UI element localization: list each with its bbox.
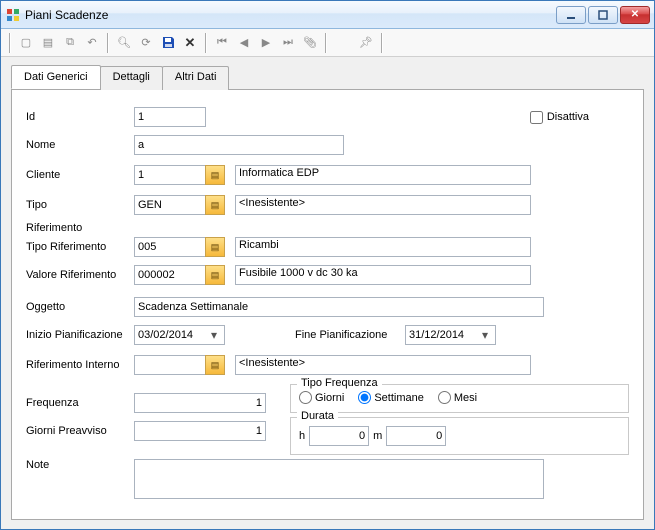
tipo-rif-lookup-button[interactable]: ▤ (205, 237, 225, 257)
refresh-icon[interactable]: ⟳ (137, 34, 155, 52)
tipo-desc: <Inesistente> (235, 195, 531, 215)
tipo-rif-desc: Ricambi (235, 237, 531, 257)
copy-icon[interactable]: ⧉ (61, 34, 79, 52)
note-field[interactable] (134, 459, 544, 499)
toolbar: ▢ ▤ ⧉ ↶ 🔍︎ ⟳ ✕ ⏮ ◀ ▶ ⏭ 📎︎ 📌︎ (1, 29, 654, 57)
oggetto-field[interactable] (134, 297, 544, 317)
calendar-icon[interactable]: ▾ (206, 327, 222, 343)
valore-rif-label: Valore Riferimento (26, 269, 134, 281)
inizio-date-input[interactable] (138, 329, 206, 341)
disattiva-label: Disattiva (547, 111, 589, 123)
rif-interno-field[interactable] (134, 355, 206, 375)
radio-settimane[interactable]: Settimane (358, 391, 424, 404)
durata-m-field[interactable] (386, 426, 446, 446)
tab-dettagli[interactable]: Dettagli (100, 66, 163, 90)
inizio-datepicker[interactable]: ▾ (134, 325, 225, 345)
tipo-rif-label: Tipo Riferimento (26, 241, 134, 253)
tab-panel-dati-generici: Id Disattiva Nome Cliente ▤ Informatica … (11, 90, 644, 520)
tipo-lookup-button[interactable]: ▤ (205, 195, 225, 215)
riferimento-section-label: Riferimento (26, 222, 629, 234)
cliente-lookup-button[interactable]: ▤ (205, 165, 225, 185)
note-label: Note (26, 459, 134, 471)
durata-m-label: m (373, 430, 382, 442)
tab-label: Altri Dati (175, 71, 217, 83)
disattiva-checkbox[interactable] (530, 111, 543, 124)
new-icon[interactable]: ▢ (17, 34, 35, 52)
window-titlebar: Piani Scadenze ✕ (1, 1, 654, 29)
calendar-icon[interactable]: ▾ (477, 327, 493, 343)
tipo-frequenza-group: Tipo Frequenza Giorni Settimane Mesi (290, 384, 629, 413)
id-field[interactable] (134, 107, 206, 127)
durata-h-label: h (299, 430, 305, 442)
window-title: Piani Scadenze (25, 8, 554, 22)
valore-rif-desc: Fusibile 1000 v dc 30 ka (235, 265, 531, 285)
tipo-field[interactable] (134, 195, 206, 215)
id-label: Id (26, 111, 134, 123)
cliente-label: Cliente (26, 169, 134, 181)
tab-altri-dati[interactable]: Altri Dati (162, 66, 230, 90)
tipo-rif-field[interactable] (134, 237, 206, 257)
app-icon (5, 7, 21, 23)
preavviso-field[interactable] (134, 421, 266, 441)
nome-label: Nome (26, 139, 134, 151)
undo-icon[interactable]: ↶ (83, 34, 101, 52)
cliente-desc: Informatica EDP (235, 165, 531, 185)
valore-rif-field[interactable] (134, 265, 206, 285)
nav-first-icon[interactable]: ⏮ (213, 34, 231, 52)
maximize-button[interactable] (588, 6, 618, 24)
save-icon[interactable] (159, 34, 177, 52)
minimize-button[interactable] (556, 6, 586, 24)
tab-dati-generici[interactable]: Dati Generici (11, 65, 101, 89)
rif-interno-label: Riferimento Interno (26, 359, 134, 371)
tab-label: Dettagli (113, 71, 150, 83)
open-icon[interactable]: ▤ (39, 34, 57, 52)
tipo-frequenza-title: Tipo Frequenza (297, 377, 382, 389)
fine-label: Fine Pianificazione (295, 329, 405, 341)
cliente-field[interactable] (134, 165, 206, 185)
frequenza-label: Frequenza (26, 397, 134, 409)
fine-date-input[interactable] (409, 329, 477, 341)
find-icon[interactable]: 🔍︎ (115, 34, 133, 52)
valore-rif-lookup-button[interactable]: ▤ (205, 265, 225, 285)
radio-mesi[interactable]: Mesi (438, 391, 477, 404)
tab-bar: Dati Generici Dettagli Altri Dati (11, 65, 644, 90)
pin-icon[interactable]: 📌︎ (357, 34, 375, 52)
inizio-label: Inizio Pianificazione (26, 329, 134, 341)
nome-field[interactable] (134, 135, 344, 155)
delete-icon[interactable]: ✕ (181, 34, 199, 52)
frequenza-field[interactable] (134, 393, 266, 413)
close-button[interactable]: ✕ (620, 6, 650, 24)
nav-next-icon[interactable]: ▶ (257, 34, 275, 52)
rif-interno-desc: <Inesistente> (235, 355, 531, 375)
tab-label: Dati Generici (24, 71, 88, 83)
preavviso-label: Giorni Preavviso (26, 425, 134, 437)
nav-prev-icon[interactable]: ◀ (235, 34, 253, 52)
attachment-icon[interactable]: 📎︎ (301, 34, 319, 52)
durata-group: Durata h m (290, 417, 629, 455)
fine-datepicker[interactable]: ▾ (405, 325, 496, 345)
radio-giorni[interactable]: Giorni (299, 391, 344, 404)
nav-last-icon[interactable]: ⏭ (279, 34, 297, 52)
durata-h-field[interactable] (309, 426, 369, 446)
oggetto-label: Oggetto (26, 301, 134, 313)
durata-title: Durata (297, 410, 338, 422)
rif-interno-lookup-button[interactable]: ▤ (205, 355, 225, 375)
tipo-label: Tipo (26, 199, 134, 211)
